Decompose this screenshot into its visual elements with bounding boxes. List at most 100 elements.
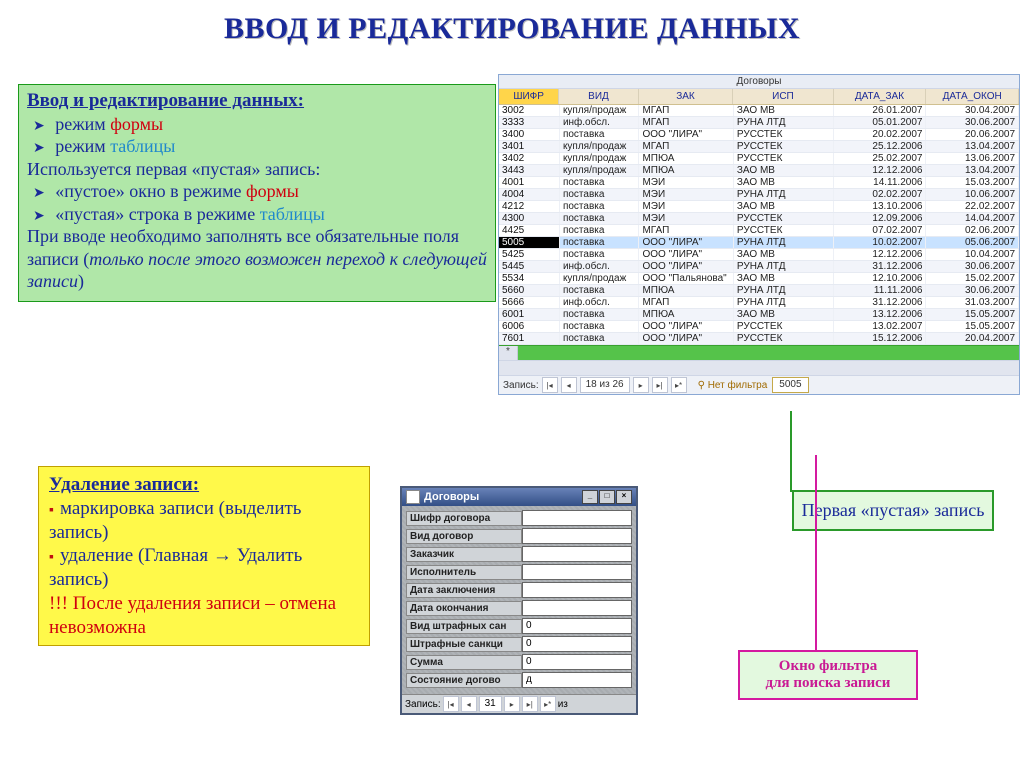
field-label: Штрафные санкци bbox=[406, 637, 522, 652]
field-input[interactable] bbox=[522, 546, 632, 562]
table-row[interactable]: 3401купля/продажМГАПРУССТЕК25.12.200613.… bbox=[499, 141, 1019, 153]
bullet-mark-record: маркировка записи (выделить запись) bbox=[49, 497, 359, 545]
field-input[interactable] bbox=[522, 600, 632, 616]
table-row[interactable]: 4300поставкаМЭИРУССТЕК12.09.200614.04.20… bbox=[499, 213, 1019, 225]
table-row[interactable]: 3002купля/продажМГАПЗАО МВ26.01.200730.0… bbox=[499, 105, 1019, 117]
panel1-note: При вводе необходимо заполнять все обяза… bbox=[27, 225, 487, 293]
field-input[interactable] bbox=[522, 528, 632, 544]
table-row[interactable]: 5666инф.обсл.МГАПРУНА ЛТД31.12.200631.03… bbox=[499, 297, 1019, 309]
field-label: Шифр договора bbox=[406, 511, 522, 526]
form-title-text: Договоры bbox=[424, 491, 479, 503]
form-nav-next[interactable]: ▸ bbox=[504, 696, 520, 712]
minimize-button[interactable]: _ bbox=[582, 490, 598, 504]
field-input[interactable] bbox=[522, 510, 632, 526]
nav-first-button[interactable]: |◂ bbox=[542, 377, 558, 393]
table-row[interactable]: 4425поставкаМГАПРУССТЕК07.02.200702.06.2… bbox=[499, 225, 1019, 237]
record-navigator: Запись: |◂ ◂ 18 из 26 ▸ ▸| ▸* ⚲ Нет филь… bbox=[499, 375, 1019, 394]
form-field: Штрафные санкци0 bbox=[406, 636, 632, 652]
bullet-mode-table: режим таблицы bbox=[33, 135, 487, 158]
panel-input-edit: Ввод и редактирование данных: режим форм… bbox=[18, 84, 496, 302]
panel1-line3: Используется первая «пустая» запись: bbox=[27, 158, 487, 181]
form-nav-pos[interactable]: 31 bbox=[479, 696, 502, 712]
field-label: Дата окончания bbox=[406, 601, 522, 616]
col-vid[interactable]: ВИД bbox=[559, 89, 638, 104]
field-label: Дата заключения bbox=[406, 583, 522, 598]
panel2-heading: Удаление записи: bbox=[49, 473, 359, 497]
field-input[interactable]: 0 bbox=[522, 654, 632, 670]
field-input[interactable]: 0 bbox=[522, 636, 632, 652]
field-input[interactable] bbox=[522, 582, 632, 598]
form-field: Вид штрафных сан0 bbox=[406, 618, 632, 634]
form-field: Заказчик bbox=[406, 546, 632, 562]
field-input[interactable]: д bbox=[522, 672, 632, 688]
form-nav-prev[interactable]: ◂ bbox=[461, 696, 477, 712]
form-navigator: Запись: |◂ ◂ 31 ▸ ▸| ▸* из bbox=[402, 694, 636, 713]
table-row[interactable]: 5425поставкаООО "ЛИРА"ЗАО МВ12.12.200610… bbox=[499, 249, 1019, 261]
form-field: Дата окончания bbox=[406, 600, 632, 616]
panel-delete: Удаление записи: маркировка записи (выде… bbox=[38, 466, 370, 646]
new-record-row[interactable]: * bbox=[499, 345, 1019, 360]
table-row[interactable]: 3402купля/продажМПЮАРУССТЕК25.02.200713.… bbox=[499, 153, 1019, 165]
maximize-button[interactable]: □ bbox=[599, 490, 615, 504]
table-row[interactable]: 3443купля/продажМПЮАЗАО МВ12.12.200613.0… bbox=[499, 165, 1019, 177]
nav-label: Запись: bbox=[503, 380, 539, 391]
form-field: Сумма0 bbox=[406, 654, 632, 670]
connector-line bbox=[790, 490, 804, 492]
close-button[interactable]: × bbox=[616, 490, 632, 504]
search-box[interactable]: 5005 bbox=[772, 377, 808, 393]
field-label: Исполнитель bbox=[406, 565, 522, 580]
form-field: Вид договор bbox=[406, 528, 632, 544]
table-row[interactable]: 7601поставкаООО "ЛИРА"РУССТЕК15.12.20062… bbox=[499, 333, 1019, 345]
connector-line bbox=[815, 455, 817, 651]
bullet-empty-row: «пустая» строка в режиме таблицы bbox=[33, 203, 487, 226]
bullet-delete-main: удаление (Главная → Удалить запись) bbox=[49, 544, 359, 592]
form-window: Договоры _ □ × Шифр договора Вид договор З… bbox=[400, 486, 638, 715]
nav-next-button[interactable]: ▸ bbox=[633, 377, 649, 393]
table-row[interactable]: 5005поставкаООО "ЛИРА"РУНА ЛТД10.02.2007… bbox=[499, 237, 1019, 249]
table-row[interactable]: 5534купля/продажООО "Пальянова"ЗАО МВ12.… bbox=[499, 273, 1019, 285]
page-title: ВВОД И РЕДАКТИРОВАНИЕ ДАННЫХ bbox=[0, 0, 1024, 46]
field-input[interactable] bbox=[522, 564, 632, 580]
nav-prev-button[interactable]: ◂ bbox=[561, 377, 577, 393]
field-label: Вид договор bbox=[406, 529, 522, 544]
delete-warning: !!! После удаления записи – отмена невоз… bbox=[49, 592, 359, 640]
nav-new-button[interactable]: ▸* bbox=[671, 377, 687, 393]
table-row[interactable]: 4001поставкаМЭИЗАО МВ14.11.200615.03.200… bbox=[499, 177, 1019, 189]
field-label: Сумма bbox=[406, 655, 522, 670]
table-row[interactable]: 3333инф.обсл.МГАПРУНА ЛТД05.01.200730.06… bbox=[499, 117, 1019, 129]
form-nav-last[interactable]: ▸| bbox=[522, 696, 538, 712]
connector-line bbox=[790, 411, 792, 490]
field-label: Состояние догово bbox=[406, 673, 522, 688]
nav-last-button[interactable]: ▸| bbox=[652, 377, 668, 393]
callout-filter-window: Окно фильтра для поиска записи bbox=[738, 650, 918, 700]
table-row[interactable]: 6006поставкаООО "ЛИРА"РУССТЕК13.02.20071… bbox=[499, 321, 1019, 333]
datasheet-header: ШИФР ВИД ЗАК ИСП ДАТА_ЗАК ДАТА_ОКОН bbox=[499, 89, 1019, 105]
field-label: Вид штрафных сан bbox=[406, 619, 522, 634]
table-row[interactable]: 5660поставкаМПЮАРУНА ЛТД11.11.200630.06.… bbox=[499, 285, 1019, 297]
field-input[interactable]: 0 bbox=[522, 618, 632, 634]
form-icon bbox=[406, 490, 420, 504]
table-row[interactable]: 4212поставкаМЭИЗАО МВ13.10.200622.02.200… bbox=[499, 201, 1019, 213]
col-data-zak[interactable]: ДАТА_ЗАК bbox=[834, 89, 927, 104]
col-data-okon[interactable]: ДАТА_ОКОН bbox=[926, 89, 1019, 104]
form-titlebar[interactable]: Договоры _ □ × bbox=[402, 488, 636, 506]
h-scrollbar[interactable] bbox=[499, 360, 1019, 375]
bullet-mode-form: режим формы bbox=[33, 113, 487, 136]
datasheet-window: Договоры ШИФР ВИД ЗАК ИСП ДАТА_ЗАК ДАТА_… bbox=[498, 74, 1020, 395]
nav-position[interactable]: 18 из 26 bbox=[580, 377, 630, 393]
form-nav-new[interactable]: ▸* bbox=[540, 696, 556, 712]
table-row[interactable]: 5445инф.обсл.ООО "ЛИРА"РУНА ЛТД31.12.200… bbox=[499, 261, 1019, 273]
table-row[interactable]: 6001поставкаМПЮАЗАО МВ13.12.200615.05.20… bbox=[499, 309, 1019, 321]
field-label: Заказчик bbox=[406, 547, 522, 562]
callout-empty-record: Первая «пустая» запись bbox=[792, 490, 994, 531]
form-field: Шифр договора bbox=[406, 510, 632, 526]
col-zak[interactable]: ЗАК bbox=[639, 89, 734, 104]
form-field: Дата заключения bbox=[406, 582, 632, 598]
form-field: Состояние договод bbox=[406, 672, 632, 688]
table-row[interactable]: 3400поставкаООО "ЛИРА"РУССТЕК20.02.20072… bbox=[499, 129, 1019, 141]
col-shifr[interactable]: ШИФР bbox=[499, 89, 559, 104]
table-row[interactable]: 4004поставкаМЭИРУНА ЛТД02.02.200710.06.2… bbox=[499, 189, 1019, 201]
form-nav-first[interactable]: |◂ bbox=[443, 696, 459, 712]
bullet-empty-window: «пустое» окно в режиме формы bbox=[33, 180, 487, 203]
col-isp[interactable]: ИСП bbox=[733, 89, 833, 104]
